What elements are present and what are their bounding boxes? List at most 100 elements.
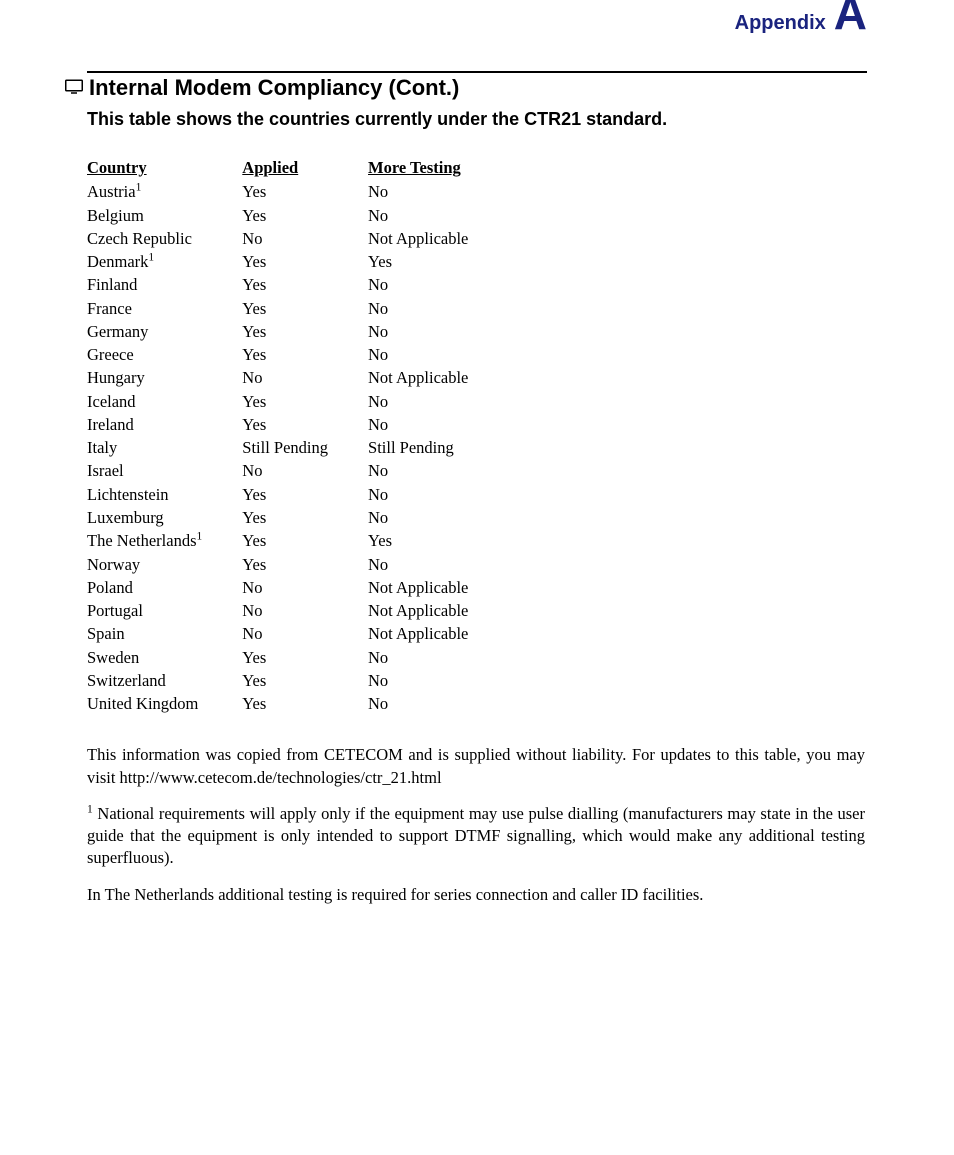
table-row: Denmark1YesYes: [87, 251, 508, 274]
compliance-table: Country Applied More Testing Austria1Yes…: [87, 157, 508, 716]
cell-country: Switzerland: [87, 670, 242, 693]
table-row: FinlandYesNo: [87, 274, 508, 297]
cell-testing: Not Applicable: [368, 228, 508, 251]
cell-country: The Netherlands1: [87, 530, 242, 553]
cell-applied: Yes: [242, 205, 368, 228]
cell-testing: Not Applicable: [368, 367, 508, 390]
cell-applied: Yes: [242, 344, 368, 367]
cell-country: Czech Republic: [87, 228, 242, 251]
cell-country: Austria1: [87, 181, 242, 204]
cell-country: Sweden: [87, 647, 242, 670]
cell-applied: Yes: [242, 647, 368, 670]
cell-country: Luxemburg: [87, 507, 242, 530]
cell-applied: Yes: [242, 693, 368, 716]
table-row: ItalyStill PendingStill Pending: [87, 437, 508, 460]
cell-applied: Yes: [242, 554, 368, 577]
table-row: SpainNoNot Applicable: [87, 623, 508, 646]
cell-country: Norway: [87, 554, 242, 577]
table-row: GermanyYesNo: [87, 321, 508, 344]
footnote-text: National requirements will apply only if…: [87, 804, 865, 868]
cell-testing: Not Applicable: [368, 577, 508, 600]
cell-country: Poland: [87, 577, 242, 600]
table-row: IrelandYesNo: [87, 414, 508, 437]
cell-applied: Yes: [242, 321, 368, 344]
cell-country: Spain: [87, 623, 242, 646]
cell-applied: No: [242, 577, 368, 600]
table-row: SwedenYesNo: [87, 647, 508, 670]
table-row: PolandNoNot Applicable: [87, 577, 508, 600]
sub-title: This table shows the countries currently…: [87, 107, 867, 131]
col-country: Country: [87, 157, 242, 181]
cell-applied: Yes: [242, 670, 368, 693]
cell-testing: No: [368, 670, 508, 693]
cell-country: Hungary: [87, 367, 242, 390]
cell-applied: Yes: [242, 414, 368, 437]
table-row: FranceYesNo: [87, 298, 508, 321]
cell-country: Finland: [87, 274, 242, 297]
table-row: IsraelNoNo: [87, 460, 508, 483]
cell-applied: Yes: [242, 391, 368, 414]
cell-applied: Yes: [242, 181, 368, 204]
paragraph-footnote: 1 National requirements will apply only …: [87, 803, 865, 870]
cell-country: Ireland: [87, 414, 242, 437]
appendix-word: Appendix: [735, 10, 826, 37]
cell-country: Denmark1: [87, 251, 242, 274]
cell-applied: Yes: [242, 484, 368, 507]
cell-applied: Yes: [242, 530, 368, 553]
table-row: BelgiumYesNo: [87, 205, 508, 228]
table-row: LuxemburgYesNo: [87, 507, 508, 530]
paragraph-source: This information was copied from CETECOM…: [87, 744, 865, 789]
cell-country: Lichtenstein: [87, 484, 242, 507]
table-row: HungaryNoNot Applicable: [87, 367, 508, 390]
cell-country: France: [87, 298, 242, 321]
table-row: IcelandYesNo: [87, 391, 508, 414]
cell-testing: No: [368, 321, 508, 344]
table-row: SwitzerlandYesNo: [87, 670, 508, 693]
cell-testing: No: [368, 484, 508, 507]
cell-testing: Not Applicable: [368, 600, 508, 623]
cell-country: Iceland: [87, 391, 242, 414]
paragraph-netherlands: In The Netherlands additional testing is…: [87, 884, 865, 906]
table-row: GreeceYesNo: [87, 344, 508, 367]
table-row: PortugalNoNot Applicable: [87, 600, 508, 623]
appendix-header: Appendix A: [87, 0, 867, 43]
cell-testing: No: [368, 647, 508, 670]
table-row: United KingdomYesNo: [87, 693, 508, 716]
cell-testing: No: [368, 205, 508, 228]
cell-testing: No: [368, 693, 508, 716]
cell-applied: No: [242, 600, 368, 623]
table-row: The Netherlands1YesYes: [87, 530, 508, 553]
cell-testing: No: [368, 507, 508, 530]
cell-testing: Still Pending: [368, 437, 508, 460]
cell-applied: No: [242, 623, 368, 646]
cell-applied: No: [242, 460, 368, 483]
cell-country: Greece: [87, 344, 242, 367]
section-title: Internal Modem Compliancy (Cont.): [89, 73, 459, 103]
cell-applied: No: [242, 228, 368, 251]
cell-applied: Yes: [242, 251, 368, 274]
cell-testing: No: [368, 414, 508, 437]
cell-applied: Yes: [242, 507, 368, 530]
table-row: Austria1YesNo: [87, 181, 508, 204]
cell-testing: No: [368, 274, 508, 297]
cell-testing: Yes: [368, 530, 508, 553]
cell-country: Germany: [87, 321, 242, 344]
cell-applied: No: [242, 367, 368, 390]
col-applied: Applied: [242, 157, 368, 181]
table-row: Czech RepublicNoNot Applicable: [87, 228, 508, 251]
col-testing: More Testing: [368, 157, 508, 181]
cell-testing: No: [368, 391, 508, 414]
cell-testing: No: [368, 298, 508, 321]
cell-testing: Not Applicable: [368, 623, 508, 646]
cell-country: Portugal: [87, 600, 242, 623]
monitor-icon: [65, 73, 83, 103]
appendix-letter: A: [834, 0, 867, 36]
cell-applied: Yes: [242, 274, 368, 297]
cell-testing: No: [368, 181, 508, 204]
cell-country: Italy: [87, 437, 242, 460]
cell-testing: No: [368, 460, 508, 483]
table-row: LichtensteinYesNo: [87, 484, 508, 507]
cell-applied: Still Pending: [242, 437, 368, 460]
cell-testing: No: [368, 344, 508, 367]
cell-applied: Yes: [242, 298, 368, 321]
